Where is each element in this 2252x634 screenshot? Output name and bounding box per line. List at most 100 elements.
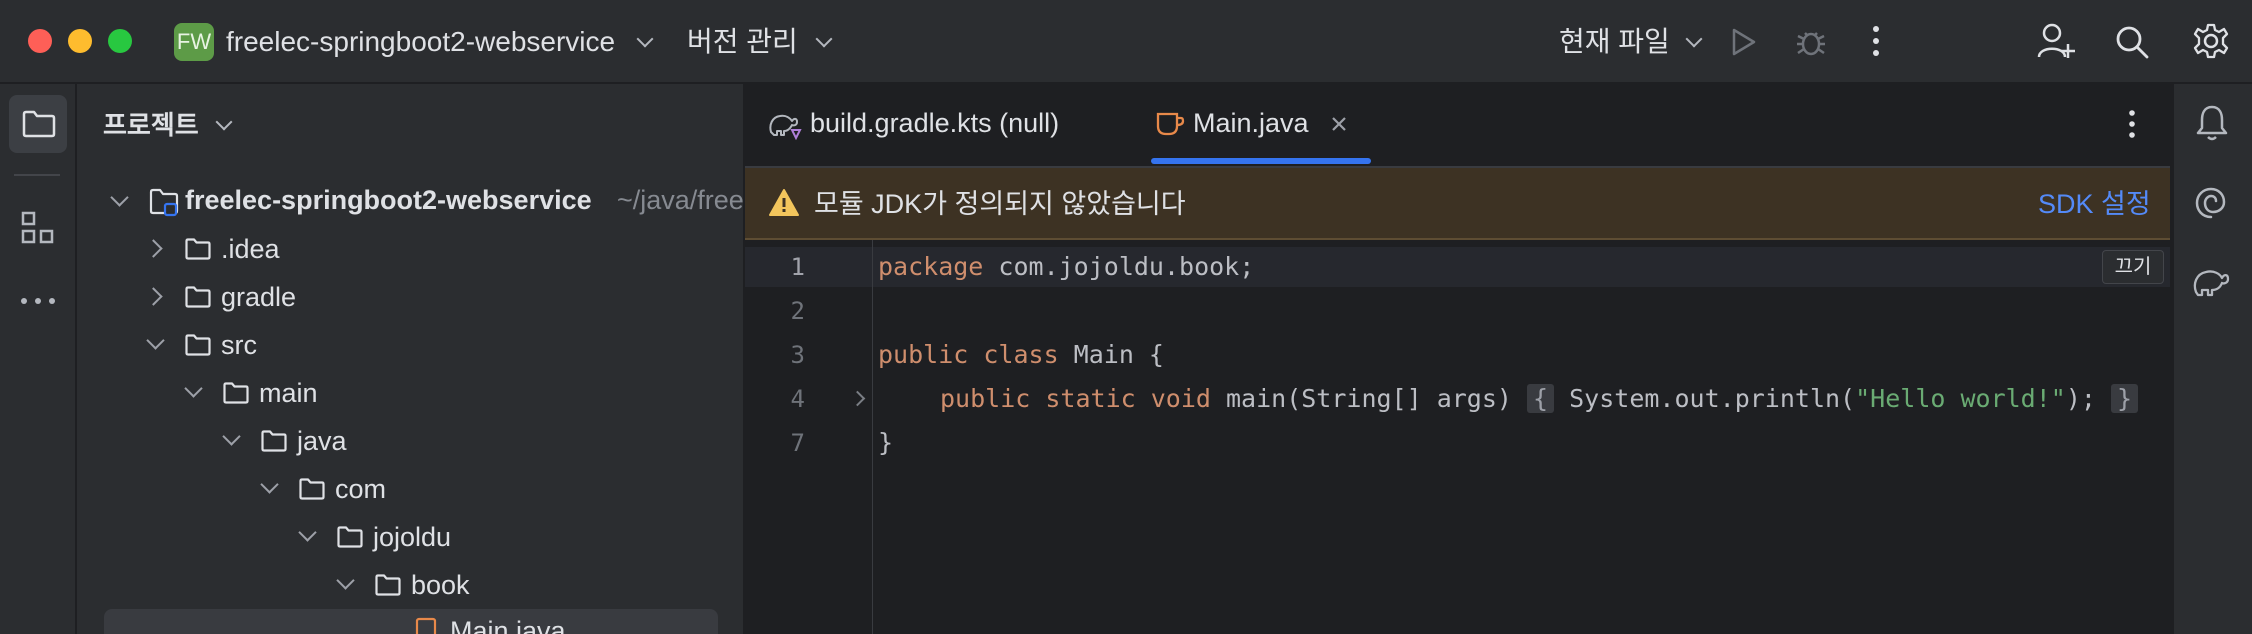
right-tool-strip xyxy=(2172,84,2252,634)
line-number: 4 xyxy=(790,385,805,413)
gradle-elephant-icon[interactable] xyxy=(2190,262,2232,300)
chevron-down-icon xyxy=(1685,30,1703,48)
chevron-down-icon xyxy=(222,427,241,446)
ai-assistant-spiral-icon[interactable] xyxy=(2192,184,2230,222)
code-line-7: } xyxy=(878,428,894,457)
code-text: System.out.println( xyxy=(1554,384,1856,413)
project-selector[interactable]: freelec-springboot2-webservice xyxy=(226,25,654,59)
tree-item-gradle[interactable]: gradle xyxy=(77,277,743,317)
folder-icon xyxy=(223,382,249,404)
inlay-hints-off-button[interactable]: 끄기 xyxy=(2102,250,2164,284)
line-number: 1 xyxy=(790,253,805,281)
project-panel-title-label: 프로젝트 xyxy=(103,110,199,140)
left-tool-strip xyxy=(0,84,77,634)
folder-icon xyxy=(337,526,363,548)
line-number: 7 xyxy=(790,429,805,457)
tab-label: Main.java xyxy=(1193,108,1309,138)
tab-options-icon[interactable] xyxy=(2124,108,2140,140)
project-tool-button[interactable] xyxy=(9,95,67,153)
code-line-1: package com.jojoldu.book; xyxy=(878,247,1254,287)
project-badge[interactable]: FW xyxy=(174,23,214,61)
chevron-down-icon xyxy=(336,571,355,590)
folder-icon xyxy=(185,238,211,260)
module-folder-icon xyxy=(149,188,179,217)
search-icon[interactable] xyxy=(2114,24,2150,60)
code-text: Main { xyxy=(1058,340,1164,369)
warning-icon xyxy=(769,189,799,216)
tree-item-label: java xyxy=(297,426,347,456)
window-maximize-button[interactable] xyxy=(108,29,132,53)
vcs-menu-label: 버전 관리 xyxy=(687,26,798,57)
chevron-down-icon xyxy=(260,475,279,494)
folder-icon xyxy=(375,574,401,596)
code-line-4: public static void main(String[] args) {… xyxy=(940,379,2139,419)
chevron-down-icon xyxy=(110,188,129,207)
folder-icon xyxy=(185,334,211,356)
window-minimize-button[interactable] xyxy=(68,29,92,53)
notifications-bell-icon[interactable] xyxy=(2194,104,2230,142)
folder-icon xyxy=(185,286,211,308)
tree-item-path: ~/java/free xyxy=(617,185,743,215)
code-keyword: package xyxy=(878,252,984,281)
code-string: "Hello world!" xyxy=(1855,384,2066,413)
tree-item-label: Main.java xyxy=(450,616,566,634)
tree-item-label: jojoldu xyxy=(373,522,452,552)
folder-icon xyxy=(261,430,287,452)
folded-region-close[interactable]: } xyxy=(2110,384,2139,413)
folder-icon xyxy=(299,478,325,500)
more-tools-icon[interactable] xyxy=(20,296,56,306)
line-number: 2 xyxy=(790,297,805,325)
tree-item-com[interactable]: com xyxy=(77,469,743,509)
tree-item-main-java[interactable]: Main.java xyxy=(104,609,718,634)
add-user-icon[interactable] xyxy=(2036,22,2076,60)
window-close-button[interactable] xyxy=(28,29,52,53)
code-text: ); xyxy=(2065,384,2111,413)
setup-sdk-link[interactable]: SDK 설정 xyxy=(2038,187,2151,221)
vcs-menu[interactable]: 버전 관리 xyxy=(687,25,833,59)
tree-item-java[interactable]: java xyxy=(77,421,743,461)
tree-item-book[interactable]: book xyxy=(77,565,743,605)
settings-gear-icon[interactable] xyxy=(2192,22,2230,60)
gutter-divider xyxy=(872,240,873,634)
project-name: freelec-springboot2-webservice xyxy=(226,26,616,57)
tree-item-label: .idea xyxy=(221,234,280,264)
tree-item-label: com xyxy=(335,474,387,504)
close-icon[interactable] xyxy=(1330,115,1348,133)
tree-item-jojoldu[interactable]: jojoldu xyxy=(77,517,743,557)
tool-divider xyxy=(14,174,60,176)
chevron-right-icon xyxy=(144,239,163,258)
chevron-down-icon xyxy=(184,379,203,398)
debug-icon[interactable] xyxy=(1794,25,1828,59)
chevron-down-icon xyxy=(146,331,165,350)
code-text: com.jojoldu.book; xyxy=(983,252,1255,281)
tree-item-label: freelec-springboot2-webservice xyxy=(185,185,592,215)
chevron-right-icon xyxy=(144,287,163,306)
tab-main-java[interactable]: Main.java xyxy=(1153,104,1373,144)
folded-region-open[interactable]: { xyxy=(1527,384,1555,413)
java-cup-icon xyxy=(1156,112,1185,136)
code-line-3: public class Main { xyxy=(878,335,1164,375)
tree-item-label: book xyxy=(411,570,470,600)
code-editor[interactable] xyxy=(745,240,2170,634)
active-tab-indicator xyxy=(1151,158,1371,164)
line-number: 3 xyxy=(790,341,805,369)
code-text: main(String[] args) xyxy=(1210,384,1528,413)
project-panel-title[interactable]: 프로젝트 xyxy=(103,108,233,142)
tree-item-main[interactable]: main xyxy=(77,373,743,413)
run-icon[interactable] xyxy=(1728,26,1758,58)
gradle-file-icon xyxy=(769,114,802,140)
tree-item-label: gradle xyxy=(221,282,297,312)
run-config-label: 현재 파일 xyxy=(1559,26,1670,57)
run-config-selector[interactable]: 현재 파일 xyxy=(1559,25,1703,59)
structure-icon[interactable] xyxy=(20,210,56,246)
tree-item-src[interactable]: src xyxy=(77,325,743,365)
code-keyword: public static void xyxy=(940,384,1211,413)
chevron-down-icon xyxy=(298,523,317,542)
tree-item-idea[interactable]: .idea xyxy=(77,229,743,269)
tree-item-label: main xyxy=(259,378,318,408)
tree-item-label: src xyxy=(221,330,257,360)
tab-label: build.gradle.kts (null) xyxy=(810,108,1060,138)
more-actions-icon[interactable] xyxy=(1868,24,1884,58)
tree-item-root[interactable]: freelec-springboot2-webservice ~/java/fr… xyxy=(77,181,743,221)
folder-icon xyxy=(22,110,56,138)
